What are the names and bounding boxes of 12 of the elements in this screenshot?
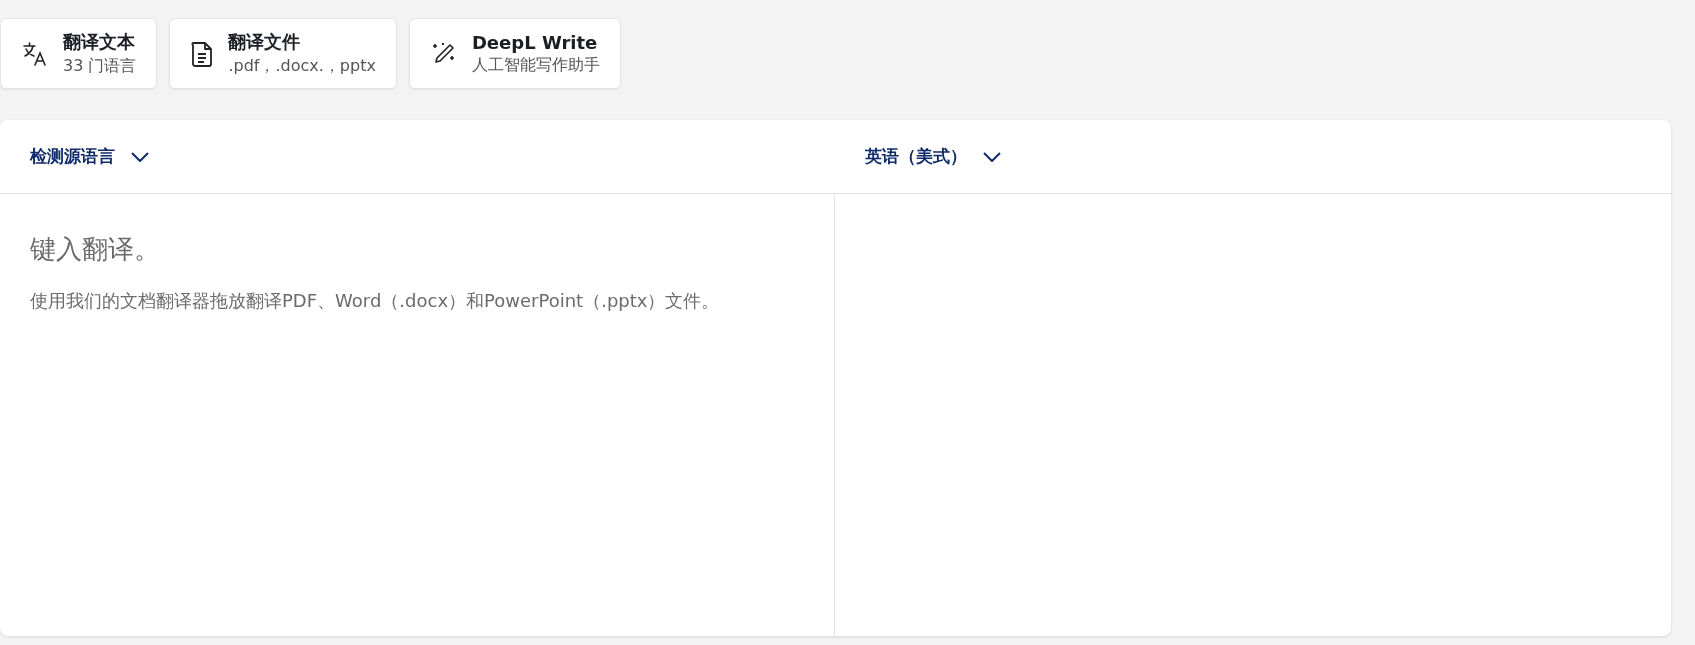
document-icon <box>190 39 215 68</box>
chevron-down-icon <box>983 151 1001 162</box>
mode-tab[interactable]: DeepL Write 人工智能写作助手 <box>408 18 621 89</box>
translate-icon <box>21 39 49 68</box>
drag-drop-hint: 使用我们的文档翻译器拖放翻译PDF、Word（.docx）和PowerPoint（.pptx）文件。 <box>30 289 721 313</box>
language-select[interactable]: 检测源语言 <box>30 145 149 168</box>
language-select[interactable]: 英语（美式） <box>865 145 1001 168</box>
input-placeholder: 键入翻译。 <box>30 233 161 266</box>
mode-tab[interactable]: 翻译文件 .pdf，.docx.，pptx <box>169 18 397 89</box>
source-text-area[interactable]: 键入翻译。 使用我们的文档翻译器拖放翻译PDF、Word（.docx）和PowerPoint（.pptx）文件。 <box>0 194 835 636</box>
chevron-down-icon <box>131 151 149 162</box>
mode-tab[interactable]: 翻译文本 33 门语言 <box>0 18 158 89</box>
